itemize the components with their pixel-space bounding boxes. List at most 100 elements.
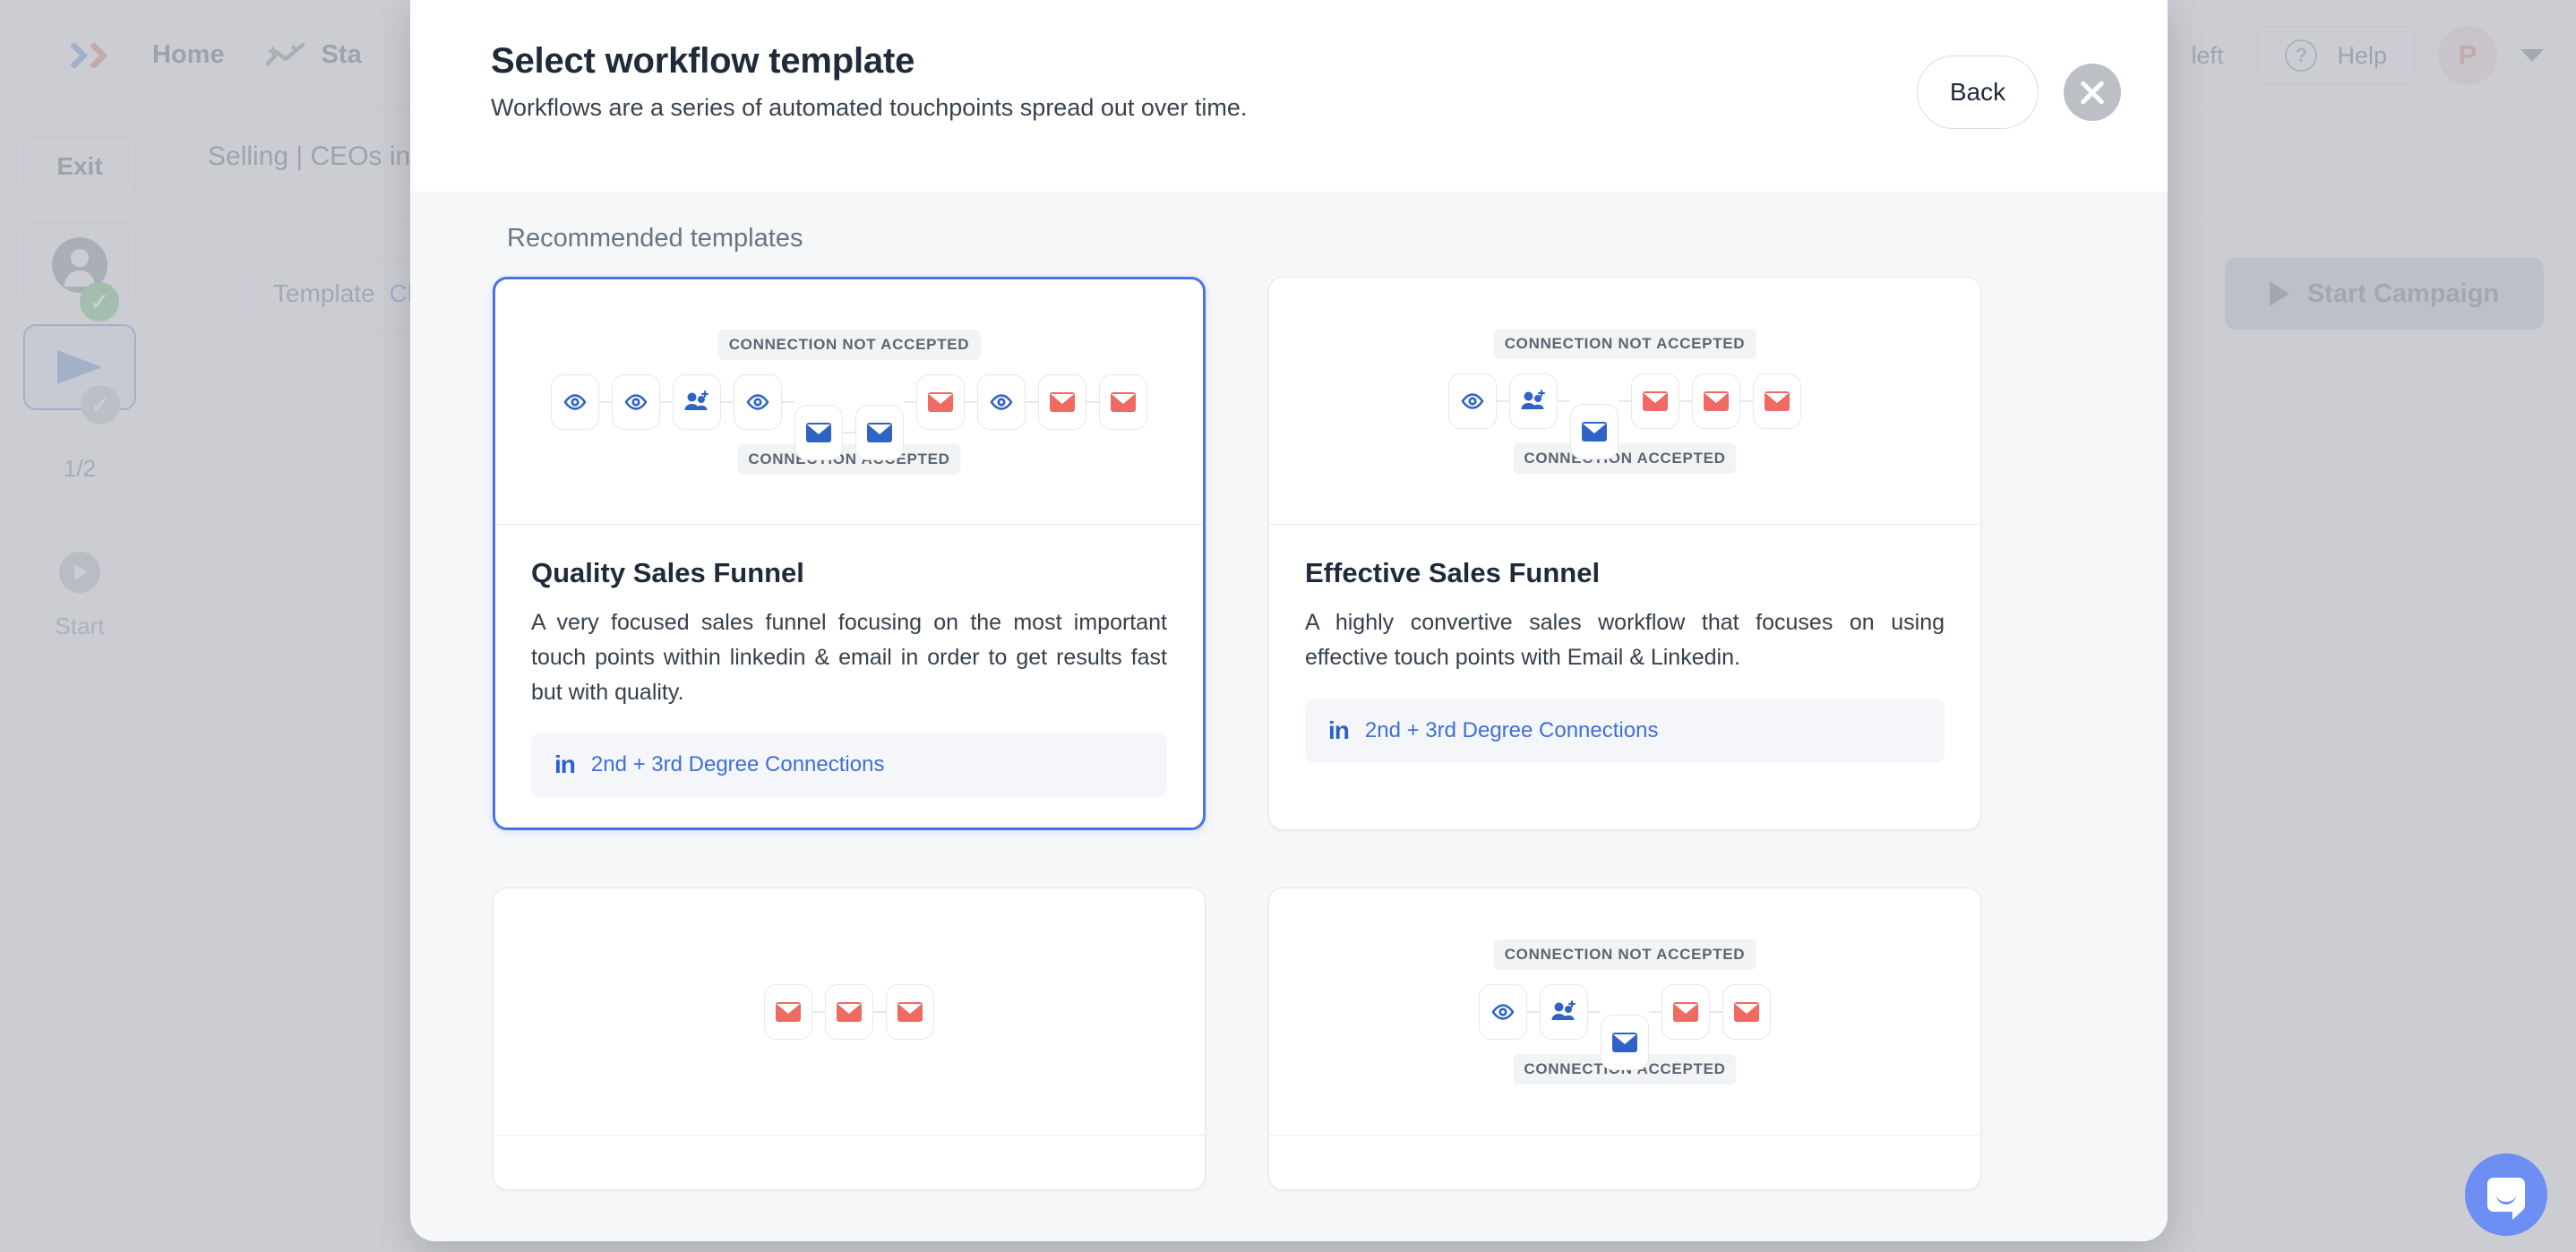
template-description: A highly convertive sales workflow that …: [1305, 610, 1945, 670]
template-card-linkedin-email-funnel[interactable]: CONNECTION NOT ACCEPTED CONNECTION ACCEPT…: [1268, 888, 1981, 1191]
template-audience-label: 2nd + 3rd Degree Connections: [1364, 717, 1659, 742]
workflow-node-email-red[interactable]: [1753, 373, 1801, 429]
template-audience-badge[interactable]: in 2nd + 3rd Degree Connections: [531, 733, 1167, 798]
workflow-node-email-red[interactable]: [1662, 983, 1710, 1040]
email-blue-icon: [1612, 1032, 1637, 1052]
email-red-icon: [1643, 390, 1668, 411]
template-card-body: Effective Sales Funnel A highly convertiv…: [1269, 525, 1980, 793]
email-red-icon: [1673, 1001, 1698, 1022]
connection-not-accepted-label: CONNECTION NOT ACCEPTED: [1493, 939, 1756, 970]
connection-not-accepted-label: CONNECTION NOT ACCEPTED: [717, 329, 981, 360]
workflow-node-email-blue[interactable]: [1601, 1014, 1649, 1070]
template-card-grid: CONNECTION NOT ACCEPTED CONNECTION ACCEPT…: [493, 277, 2085, 831]
template-flow-preview: CONNECTION NOT ACCEPTED CONNECTION ACCEPT…: [1269, 888, 1980, 1136]
workflow-connector: [965, 400, 977, 403]
email-blue-icon: [1582, 421, 1607, 442]
workflow-node-email-red[interactable]: [1692, 373, 1740, 429]
template-flow-preview: CONNECTION NOT ACCEPTED CONNECTION ACCEPT…: [1269, 278, 1980, 525]
eye-icon: [624, 393, 648, 410]
linkedin-icon: in: [1328, 716, 1350, 744]
template-audience-label: 2nd + 3rd Degree Connections: [590, 752, 885, 777]
workflow-node-connect[interactable]: [1540, 983, 1588, 1040]
workflow-node-email-red[interactable]: [825, 983, 873, 1040]
workflow-flow-diagram: CONNECTION NOT ACCEPTED CONNECTION ACCEPT…: [551, 329, 1147, 475]
modal-body[interactable]: Recommended templates CONNECTION NOT ACC…: [410, 192, 2168, 1241]
workflow-node-eye[interactable]: [734, 373, 782, 430]
eye-icon: [990, 393, 1013, 410]
workflow-node-email-blue[interactable]: [1570, 403, 1619, 459]
workflow-node-email-red[interactable]: [1038, 373, 1086, 430]
workflow-node-connect[interactable]: [673, 373, 721, 430]
chat-bubble-icon: [2487, 1178, 2525, 1220]
workflow-node-email-red[interactable]: [1722, 983, 1771, 1040]
workflow-connector: [904, 400, 916, 403]
workflow-connector: [1710, 1010, 1722, 1013]
workflow-node-email-red[interactable]: [886, 983, 934, 1040]
workflow-node-row: [764, 983, 934, 1040]
modal-subtitle: Workflows are a series of automated touc…: [491, 94, 1248, 121]
workflow-node-email-blue[interactable]: [794, 404, 843, 460]
workflow-flow-diagram: [764, 983, 934, 1040]
workflow-branch-slot: [1570, 373, 1619, 459]
workflow-node-email-blue[interactable]: [855, 404, 904, 460]
workflow-connector: [1527, 1010, 1540, 1013]
workflow-connector: [1497, 399, 1509, 402]
workflow-connector: [721, 400, 734, 403]
workflow-connector: [1649, 1010, 1662, 1013]
workflow-node-email-red[interactable]: [1631, 373, 1679, 429]
recommended-templates-label: Recommended templates: [507, 224, 803, 253]
workflow-flow-diagram: CONNECTION NOT ACCEPTED CONNECTION ACCEPT…: [1479, 939, 1771, 1085]
workflow-branch-row: [1570, 403, 1619, 459]
email-red-icon: [1111, 391, 1136, 412]
workflow-node-eye[interactable]: [1479, 983, 1527, 1040]
workflow-node-eye[interactable]: [977, 373, 1026, 430]
email-red-icon: [1765, 390, 1790, 411]
workflow-connector: [1740, 399, 1753, 402]
linkedin-icon: in: [554, 750, 576, 779]
close-icon[interactable]: [2064, 64, 2121, 121]
email-red-icon: [1704, 390, 1729, 411]
workflow-connector: [843, 431, 855, 433]
back-button[interactable]: Back: [1917, 56, 2039, 129]
template-description: A very focused sales funnel focusing on …: [531, 610, 1167, 705]
template-flow-preview: CONNECTION NOT ACCEPTED CONNECTION ACCEPT…: [495, 279, 1203, 525]
workflow-node-eye[interactable]: [1448, 373, 1497, 429]
workflow-connector: [1026, 400, 1038, 403]
template-card-body: [1269, 1136, 1980, 1189]
workflow-flow-diagram: CONNECTION NOT ACCEPTED CONNECTION ACCEPT…: [1448, 328, 1801, 474]
template-card-email-only-funnel[interactable]: [493, 888, 1206, 1191]
workflow-connector: [660, 400, 673, 403]
workflow-connector: [812, 1010, 825, 1013]
eye-icon: [1491, 1003, 1515, 1020]
email-red-icon: [897, 1001, 923, 1022]
eye-icon: [563, 393, 587, 410]
workflow-node-row: [1448, 373, 1801, 459]
eye-icon: [1461, 392, 1484, 409]
template-audience-badge[interactable]: in 2nd + 3rd Degree Connections: [1305, 698, 1945, 763]
workflow-connector: [1558, 399, 1570, 402]
workflow-node-eye[interactable]: [551, 373, 599, 430]
workflow-connector: [782, 400, 794, 403]
workflow-node-row: [1479, 983, 1771, 1070]
workflow-node-email-red[interactable]: [1099, 373, 1147, 430]
modal-header: Select workflow template Workflows are a…: [410, 0, 2168, 192]
workflow-branch-row: [794, 404, 904, 460]
workflow-node-connect[interactable]: [1509, 373, 1558, 429]
template-card-quality-sales-funnel[interactable]: CONNECTION NOT ACCEPTED CONNECTION ACCEPT…: [493, 277, 1206, 831]
eye-icon: [746, 393, 769, 410]
intercom-chat-launcher[interactable]: [2465, 1153, 2547, 1236]
workflow-node-email-red[interactable]: [916, 373, 965, 430]
template-card-body: Quality Sales Funnel A very focused sales…: [495, 525, 1203, 828]
workflow-node-eye[interactable]: [612, 373, 660, 430]
modal-title: Select workflow template: [491, 41, 915, 81]
template-card-effective-sales-funnel[interactable]: CONNECTION NOT ACCEPTED CONNECTION ACCEPT…: [1268, 277, 1981, 831]
template-name: Effective Sales Funnel: [1305, 557, 1601, 588]
workflow-connector: [1619, 399, 1631, 402]
workflow-node-email-red[interactable]: [764, 983, 812, 1040]
connection-not-accepted-label: CONNECTION NOT ACCEPTED: [1493, 328, 1756, 359]
workflow-node-row: [551, 373, 1147, 460]
workflow-connector: [599, 400, 612, 403]
modal-header-actions: Back: [1917, 56, 2121, 129]
workflow-branch-slot: [794, 374, 904, 460]
template-card-grid-row2: CONNECTION NOT ACCEPTED CONNECTION ACCEPT…: [493, 888, 2085, 1191]
